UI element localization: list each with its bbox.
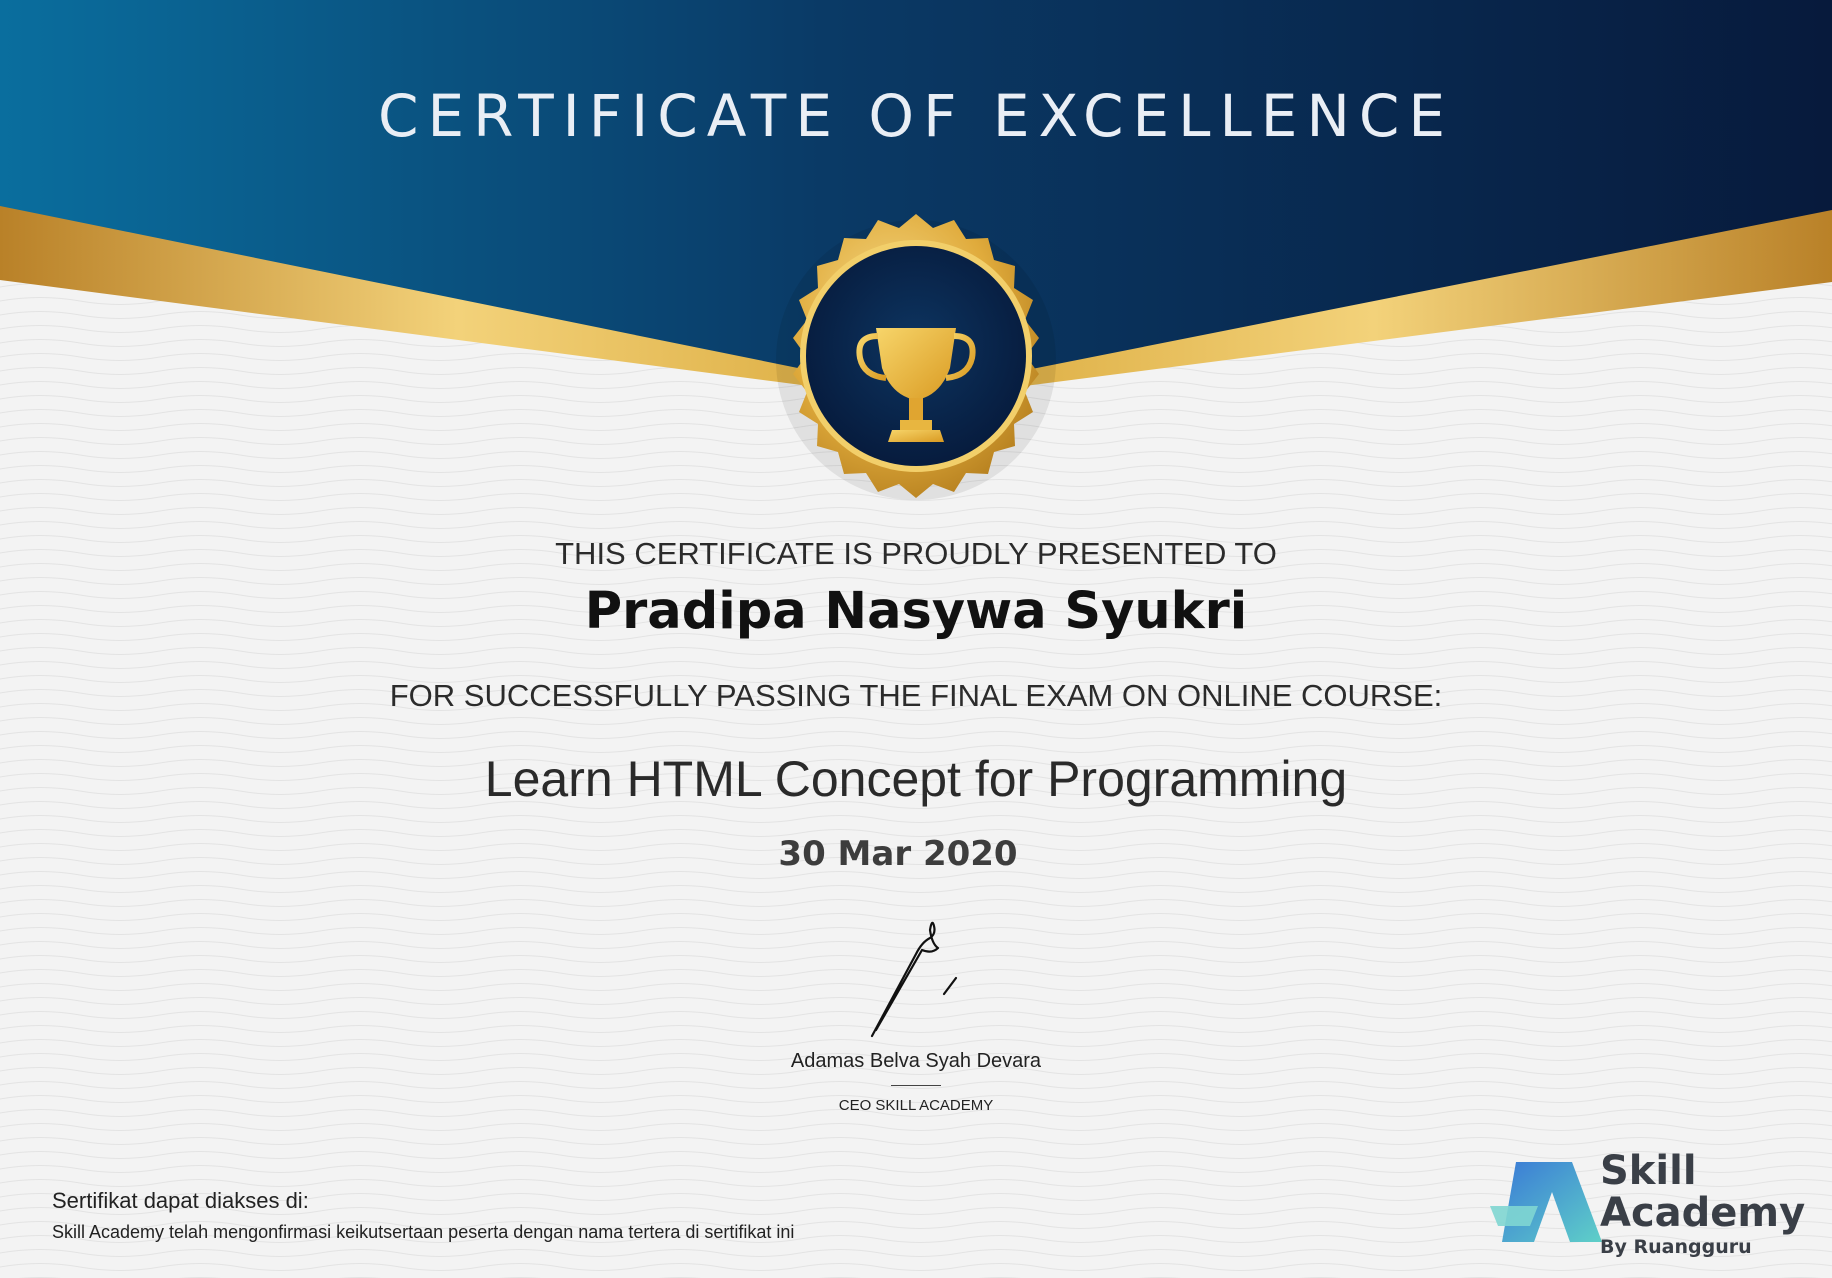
access-note: Skill Academy telah mengonfirmasi keikut… <box>52 1222 795 1242</box>
access-title: Sertifikat dapat diakses di: <box>52 1188 309 1213</box>
signer-role: CEO SKILL ACADEMY <box>838 1097 994 1114</box>
recipient-name: Pradipa Nasywa Syukri <box>584 582 1248 641</box>
skill-academy-logo-mark <box>1490 1162 1602 1242</box>
certificate-title: CERTIFICATE OF EXCELLENCE <box>378 82 1454 150</box>
certificate: CERTIFICATE OF EXCELLENCE THIS CERTIFICA… <box>0 0 1832 1278</box>
signer-name: Adamas Belva Syah Devara <box>790 1050 1042 1072</box>
course-name: Learn HTML Concept for Programming <box>484 751 1348 807</box>
logo-tagline: By Ruangguru <box>1600 1236 1752 1258</box>
certificate-date: 30 Mar 2020 <box>778 834 1018 874</box>
handwritten-signature <box>870 921 958 1038</box>
signature-divider <box>891 1085 941 1086</box>
trophy-medal-icon <box>776 214 1056 500</box>
reason-text: FOR SUCCESSFULLY PASSING THE FINAL EXAM … <box>389 678 1443 713</box>
presented-to-text: THIS CERTIFICATE IS PROUDLY PRESENTED TO <box>555 536 1277 571</box>
logo-line-skill: Skill <box>1600 1148 1697 1194</box>
skill-academy-logo: Skill Academy By Ruangguru <box>1490 1148 1820 1260</box>
logo-line-academy: Academy <box>1600 1190 1806 1236</box>
